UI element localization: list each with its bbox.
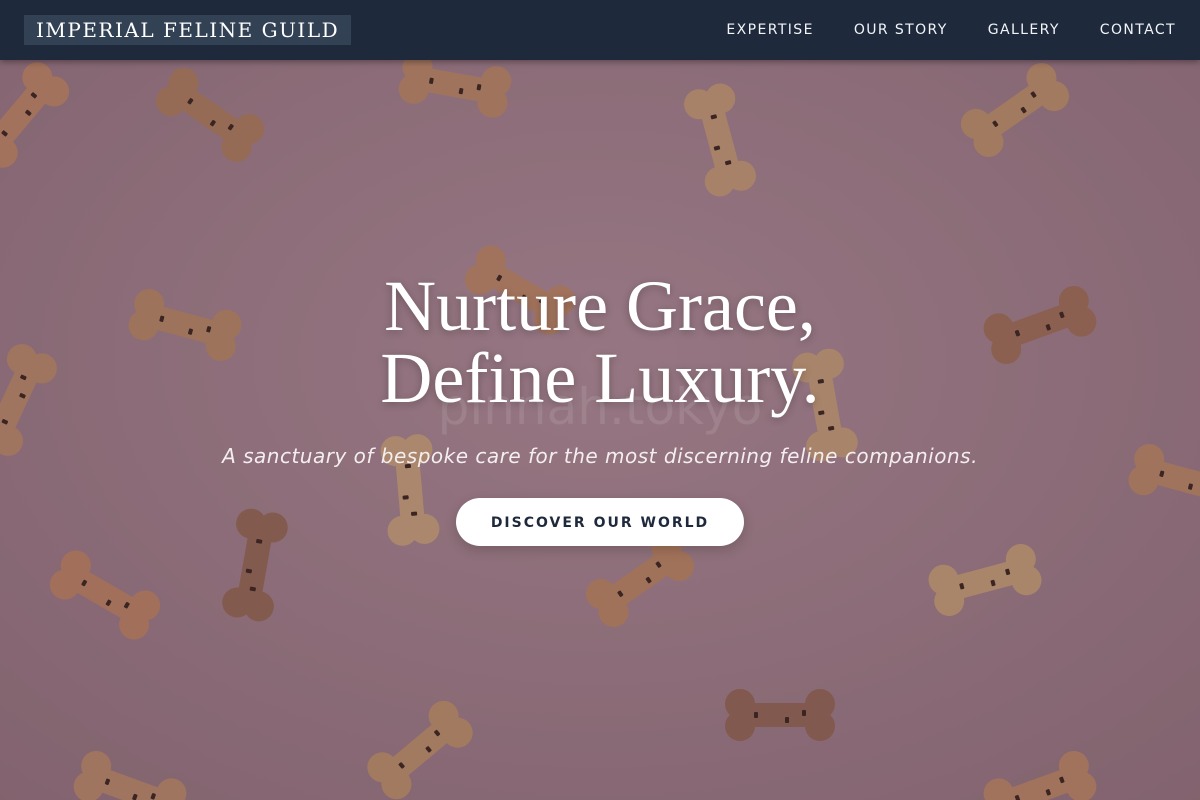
- nav-link-our-story[interactable]: OUR STORY: [854, 22, 948, 38]
- nav-link-expertise[interactable]: EXPERTISE: [726, 22, 813, 38]
- nav-link-contact[interactable]: CONTACT: [1100, 22, 1176, 38]
- nav-links: EXPERTISE OUR STORY GALLERY CONTACT: [726, 0, 1176, 60]
- hero-subtitle: A sanctuary of bespoke care for the most…: [222, 444, 978, 468]
- page: IMPERIAL FELINE GUILD EXPERTISE OUR STOR…: [0, 0, 1200, 800]
- hero-section: Nurture Grace, Define Luxury. A sanctuar…: [0, 270, 1200, 546]
- discover-our-world-button[interactable]: DISCOVER OUR WORLD: [456, 498, 744, 546]
- hero-title-line-2: Define Luxury.: [380, 338, 820, 418]
- top-navigation-bar: IMPERIAL FELINE GUILD EXPERTISE OUR STOR…: [0, 0, 1200, 60]
- hero-title-line-1: Nurture Grace,: [384, 266, 816, 346]
- nav-link-gallery[interactable]: GALLERY: [988, 22, 1060, 38]
- brand-logo[interactable]: IMPERIAL FELINE GUILD: [24, 15, 352, 45]
- hero-title: Nurture Grace, Define Luxury.: [0, 270, 1200, 414]
